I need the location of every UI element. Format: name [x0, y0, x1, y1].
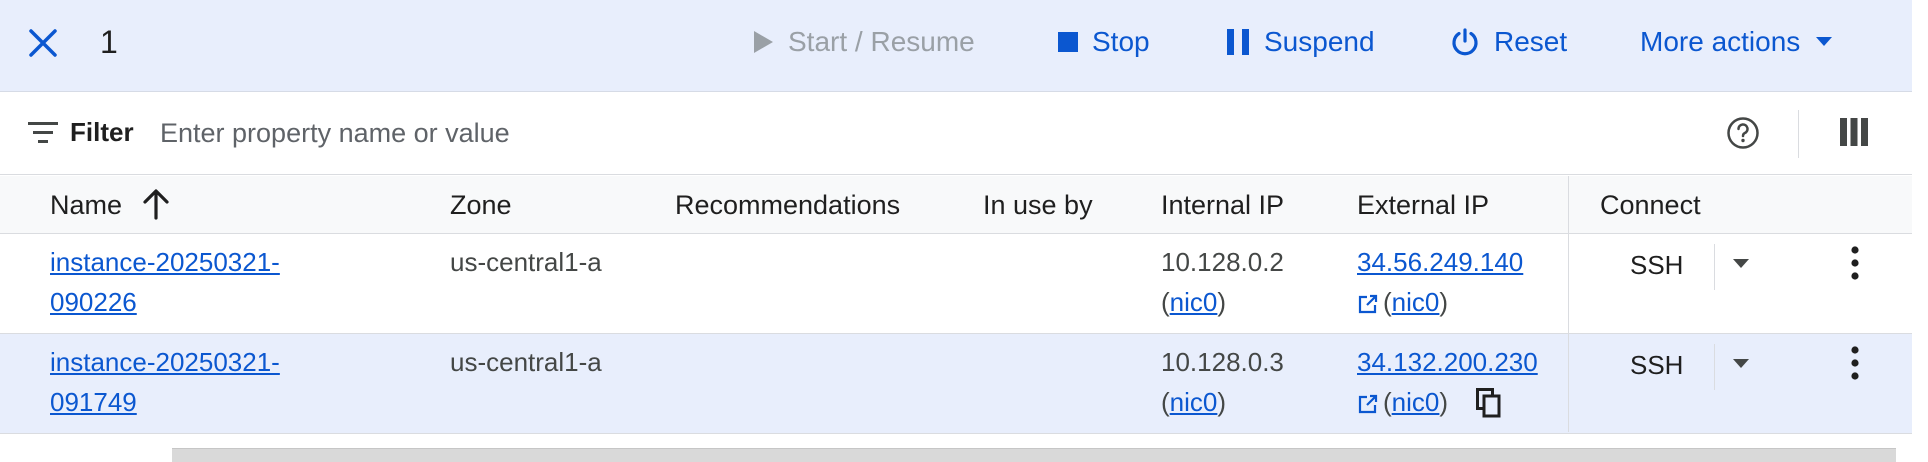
- instance-name-link[interactable]: instance-20250321- 090226: [50, 242, 280, 322]
- reset-label: Reset: [1494, 26, 1568, 57]
- column-header-name[interactable]: Name: [50, 190, 122, 221]
- filter-input[interactable]: [160, 111, 1660, 155]
- filter-label: Filter: [70, 117, 134, 147]
- action-bar: 1 Start / Resume Stop Suspend Reset More…: [0, 0, 1912, 92]
- internal-ip-cell: 10.128.0.3 (nic0): [1161, 347, 1284, 417]
- internal-nic-link[interactable]: nic0: [1170, 387, 1218, 417]
- table-row: instance-20250321- 091749 us-central1-a …: [0, 334, 1912, 434]
- play-icon: [754, 31, 773, 53]
- external-link-icon[interactable]: [1357, 393, 1379, 415]
- ssh-button[interactable]: SSH: [1630, 250, 1683, 281]
- stop-label: Stop: [1092, 26, 1150, 57]
- start-resume-label: Start / Resume: [788, 26, 975, 57]
- external-ip-cell: 34.132.200.230 (nic0): [1357, 342, 1538, 422]
- stop-button[interactable]: Stop: [1058, 22, 1150, 62]
- help-icon[interactable]: [1726, 116, 1760, 150]
- copy-icon[interactable]: [1476, 388, 1502, 418]
- filter-bar: Filter: [0, 93, 1912, 175]
- column-header-in-use-by[interactable]: In use by: [983, 190, 1093, 221]
- selected-count: 1: [100, 24, 118, 60]
- ssh-divider: [1714, 244, 1715, 290]
- power-icon: [1452, 28, 1478, 56]
- filter-icon[interactable]: [28, 119, 58, 145]
- external-ip-cell: 34.56.249.140 (nic0): [1357, 242, 1523, 322]
- more-actions-label: More actions: [1640, 26, 1801, 57]
- filter-bar-divider: [1798, 110, 1799, 158]
- column-header-external-ip[interactable]: External IP: [1357, 190, 1489, 221]
- internal-nic-link[interactable]: nic0: [1170, 287, 1218, 317]
- instance-name-link[interactable]: instance-20250321- 091749: [50, 342, 280, 422]
- column-header-connect: Connect: [1600, 190, 1701, 220]
- zone-cell: us-central1-a: [450, 247, 602, 277]
- external-nic-link[interactable]: nic0: [1392, 387, 1440, 417]
- caret-down-icon: [1816, 37, 1833, 46]
- table-row: instance-20250321- 090226 us-central1-a …: [0, 234, 1912, 334]
- external-nic-link[interactable]: nic0: [1392, 287, 1440, 317]
- horizontal-scrollbar[interactable]: [172, 448, 1896, 462]
- internal-ip-cell: 10.128.0.2 (nic0): [1161, 247, 1284, 317]
- more-actions-button[interactable]: More actions: [1640, 22, 1833, 62]
- more-vert-icon[interactable]: [1850, 246, 1860, 280]
- suspend-button[interactable]: Suspend: [1226, 22, 1375, 62]
- suspend-label: Suspend: [1264, 26, 1375, 57]
- start-resume-button[interactable]: Start / Resume: [752, 22, 975, 62]
- external-ip-link[interactable]: 34.56.249.140: [1357, 242, 1523, 282]
- column-header-recommendations[interactable]: Recommendations: [675, 190, 900, 221]
- ssh-button[interactable]: SSH: [1630, 350, 1683, 381]
- caret-down-icon[interactable]: [1733, 359, 1749, 369]
- caret-down-icon[interactable]: [1733, 259, 1749, 269]
- pause-icon: [1227, 29, 1249, 55]
- zone-cell: us-central1-a: [450, 347, 602, 377]
- column-header-internal-ip[interactable]: Internal IP: [1161, 190, 1284, 221]
- arrow-up-icon[interactable]: [142, 188, 170, 220]
- stop-icon: [1058, 32, 1078, 52]
- columns-icon[interactable]: [1840, 118, 1868, 146]
- column-header-zone[interactable]: Zone: [450, 190, 512, 221]
- close-icon[interactable]: [26, 26, 60, 60]
- external-link-icon[interactable]: [1357, 293, 1379, 315]
- reset-button[interactable]: Reset: [1450, 22, 1567, 62]
- ssh-divider: [1714, 344, 1715, 390]
- connect-column-divider: [1568, 176, 1569, 432]
- more-vert-icon[interactable]: [1850, 346, 1860, 380]
- table-header: Name Zone Recommendations In use by Inte…: [0, 176, 1912, 234]
- external-ip-link[interactable]: 34.132.200.230: [1357, 342, 1538, 382]
